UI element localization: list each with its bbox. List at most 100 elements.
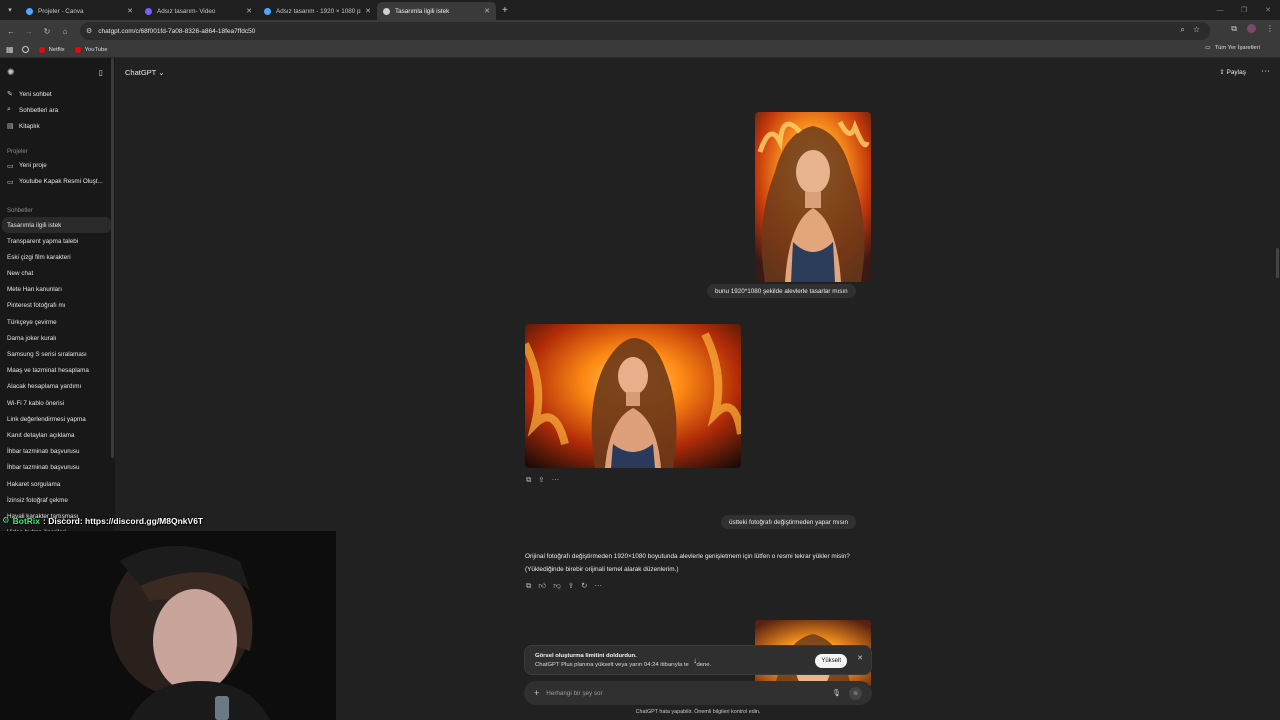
sidebar-item[interactable]: Kanıt detayları açıklama — [0, 427, 115, 443]
browser-menu-icon[interactable]: ⋮ — [1266, 24, 1274, 34]
sidebar-item-label: Samsung S serisi sıralaması — [7, 351, 87, 359]
scroll-down-icon[interactable]: ↓ — [693, 656, 697, 665]
sidebar-item[interactable]: Samsung S serisi sıralaması — [0, 346, 115, 362]
tab-search-icon[interactable]: ▾ — [0, 0, 20, 20]
close-window-icon[interactable]: ✕ — [1256, 6, 1280, 14]
reload-icon[interactable]: ↻ — [38, 27, 56, 36]
generated-image[interactable] — [525, 324, 741, 468]
sidebar-item[interactable]: Tasarımla ilgili istek — [2, 216, 111, 234]
voice-mode-icon[interactable]: ≋ — [849, 686, 862, 700]
site-info-icon[interactable]: ⚙ — [86, 27, 92, 35]
extensions-icon[interactable]: ⧉ — [1231, 24, 1237, 34]
tab-title: Tasarımla ilgili istek — [395, 7, 450, 15]
sidebar-item-label: Maaş ve tazminat hesaplama — [7, 367, 89, 375]
minimize-icon[interactable]: — — [1208, 7, 1232, 14]
bookmark-star-icon[interactable]: ☆ — [1193, 25, 1200, 35]
sidebar-item[interactable]: Maaş ve tazminat hesaplama — [0, 363, 115, 379]
zoom-icon[interactable]: ⌕ — [1180, 25, 1184, 35]
restore-icon[interactable]: ❐ — [1232, 6, 1256, 14]
user-message-2: üstteki fotoğrafı değiştirmeden yapar mı… — [721, 515, 856, 529]
sidebar-item[interactable]: İhbar tazminatı başvurusu — [0, 444, 115, 460]
sidebar-item-label: New chat — [7, 270, 34, 278]
copy-icon[interactable]: ⧉ — [526, 475, 531, 485]
close-tab-icon[interactable]: ✕ — [246, 7, 252, 15]
sidebar-item[interactable]: Türkçeye çevirme — [0, 314, 115, 330]
sidebar-item-label: İhbar tazminatı başvurusu — [7, 464, 80, 472]
bookmark-item[interactable]: Netflix — [38, 46, 65, 53]
plus-icon[interactable]: + — [534, 688, 539, 698]
thumbs-down-icon[interactable]: 👎︎ — [553, 581, 561, 591]
sidebar-item[interactable]: Hakaret sorgulama — [0, 476, 115, 492]
sidebar-item[interactable]: Alacak hesaplama yardımı — [0, 379, 115, 395]
back-icon[interactable]: ← — [2, 27, 20, 36]
bookmark-item[interactable]: YouTube — [74, 46, 108, 53]
sidebar-item[interactable]: ▤ Kitaplık — [0, 118, 115, 134]
sidebar-item[interactable]: İhbar tazminatı başvurusu — [0, 460, 115, 476]
apps-grid-icon[interactable]: ▦ — [6, 45, 14, 54]
more-options-icon[interactable]: ⋯ — [1261, 66, 1270, 77]
share-button[interactable]: ⇪ Paylaş — [1219, 68, 1246, 76]
upgrade-button[interactable]: Yükselt — [815, 654, 847, 668]
bookmark-label: Netflix — [48, 46, 65, 53]
sidebar-item[interactable]: ▭ Youtube Kapak Resmi Oluşt... — [0, 174, 115, 190]
message-input[interactable]: Herhangi bir şey sor — [546, 690, 832, 697]
close-sidebar-icon[interactable]: ▯ — [99, 68, 103, 77]
sidebar-item[interactable]: ▭ Yeni proje — [0, 158, 115, 174]
new-tab-button[interactable]: + — [502, 5, 508, 16]
sidebar-item[interactable]: Mete Han kanunları — [0, 282, 115, 298]
share-icon[interactable]: ⇪ — [568, 581, 574, 591]
close-tab-icon[interactable]: ✕ — [484, 7, 490, 15]
sidebar-item-label: Wi-Fi 7 kablo önerisi — [7, 399, 65, 407]
bookmark-label: YouTube — [84, 46, 108, 53]
share-icon[interactable]: ⇪ — [538, 475, 544, 485]
sidebar-item-label: Tasarımla ilgili istek — [7, 221, 62, 229]
chats-heading: Sohbetler — [7, 207, 33, 214]
profile-avatar[interactable] — [1247, 24, 1256, 33]
copy-icon[interactable]: ⧉ — [526, 581, 531, 591]
sidebar-item[interactable]: Link değerlendirmesi yapma — [0, 411, 115, 427]
browser-tab[interactable]: Projeler - Canva ✕ — [20, 2, 139, 20]
more-icon[interactable]: ⋯ — [552, 475, 560, 485]
limit-title: Görsel oluşturma limitini doldurdun. — [535, 653, 637, 659]
sidebar-item[interactable]: ⌕ Sohbetleri ara — [0, 102, 115, 118]
overlay-bot-name: BotRix — [12, 515, 41, 526]
chrome-icon[interactable] — [21, 46, 29, 53]
close-tab-icon[interactable]: ✕ — [127, 7, 133, 15]
forward-icon[interactable]: → — [20, 27, 38, 36]
sidebar-item[interactable]: Pinterest fotoğrafı mı — [0, 298, 115, 314]
tab-favicon-icon — [26, 7, 33, 15]
url-field[interactable]: ⚙ chatgpt.com/c/68f001fd-7a08-8326-a864-… — [80, 22, 1210, 40]
user-message-1-text: bunu 1920*1080 şekilde alevlerle tasarla… — [715, 287, 848, 295]
browser-tab[interactable]: Adsız tasarım- Video ✕ — [139, 2, 258, 20]
sidebar-item-label: Pinterest fotoğrafı mı — [7, 302, 66, 310]
thumbs-up-icon[interactable]: 👍︎ — [538, 581, 546, 591]
openai-logo-icon[interactable]: ✺ — [7, 67, 15, 78]
library-icon: ▤ — [7, 123, 14, 131]
sidebar-item[interactable]: Dama joker kuralı — [0, 330, 115, 346]
uploaded-image[interactable] — [755, 112, 871, 282]
sidebar-item[interactable]: İzinsiz fotoğraf çekme — [0, 492, 115, 508]
close-tab-icon[interactable]: ✕ — [365, 7, 371, 15]
address-bar: ← → ↻ ⌂ ⚙ chatgpt.com/c/68f001fd-7a08-83… — [0, 20, 1280, 42]
home-icon[interactable]: ⌂ — [56, 27, 74, 36]
all-bookmarks-button[interactable]: ▭ Tüm Yer İşaretleri — [1205, 45, 1260, 51]
close-icon[interactable]: ✕ — [857, 654, 863, 662]
sidebar-item[interactable]: Wi-Fi 7 kablo önerisi — [0, 395, 115, 411]
microphone-icon[interactable]: 🎙︎ — [832, 689, 841, 697]
chat-overlay-message: ⚙ BotRix : Discord: https://discord.gg/M… — [2, 515, 203, 526]
regenerate-icon[interactable]: ↻ — [581, 581, 587, 591]
sidebar-item[interactable]: ✎ Yeni sohbet — [0, 86, 115, 102]
sidebar-item-label: Hakaret sorgulama — [7, 480, 61, 488]
main-scrollbar[interactable] — [1276, 248, 1279, 278]
overlay-text: : Discord: https://discord.gg/M8QnkV6T — [43, 515, 204, 526]
sidebar-item[interactable]: Transparent yapma talebi — [0, 233, 115, 249]
tab-title: Adsız tasarım- Video — [157, 7, 216, 15]
model-selector[interactable]: ChatGPT ⌄ — [125, 68, 165, 77]
sidebar-scrollbar[interactable] — [111, 58, 114, 458]
sidebar-item[interactable]: New chat — [0, 266, 115, 282]
browser-tab[interactable]: Tasarımla ilgili istek ✕ — [377, 2, 496, 20]
sidebar-item[interactable]: Eski çizgi film karakteri — [0, 249, 115, 265]
browser-tab[interactable]: Adsız tasarım - 1920 × 1080 px ✕ — [258, 2, 377, 20]
more-icon[interactable]: ⋯ — [594, 581, 602, 591]
message-composer[interactable]: + Herhangi bir şey sor 🎙︎ ≋ — [524, 681, 872, 705]
